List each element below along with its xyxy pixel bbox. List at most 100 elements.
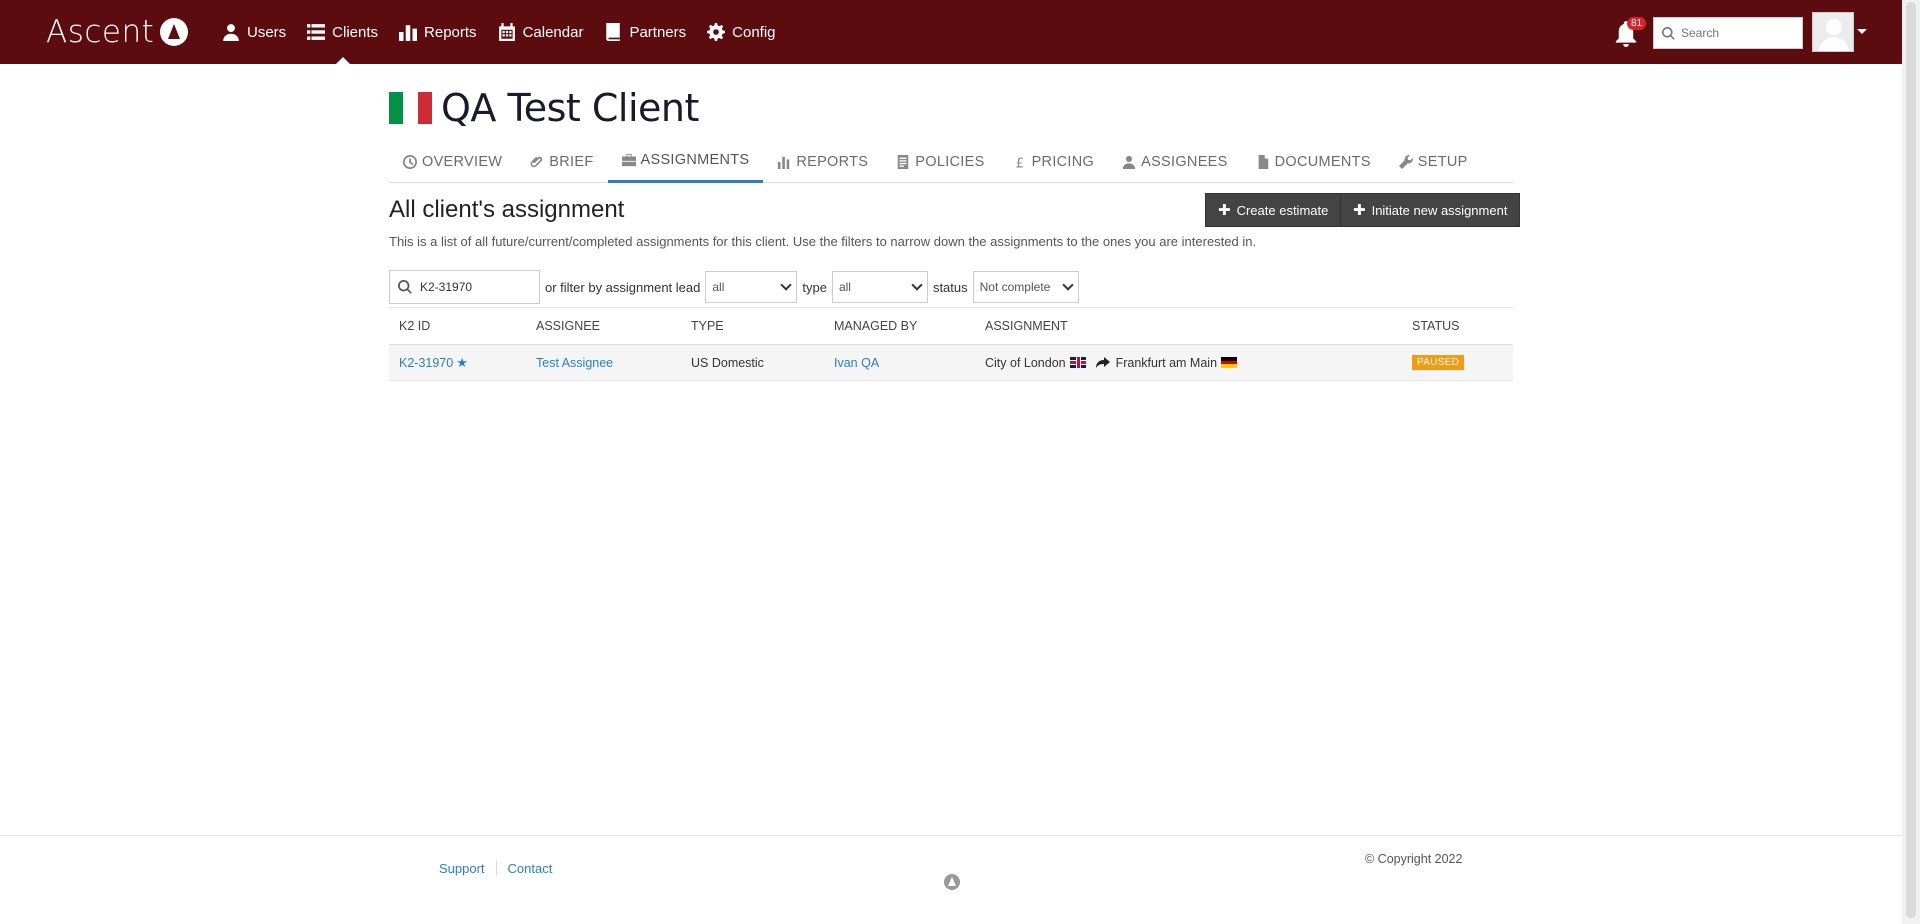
contact-link[interactable]: Contact: [508, 861, 553, 876]
tab-label: POLICIES: [915, 153, 985, 170]
tab-pricing[interactable]: £ PRICING: [999, 140, 1109, 183]
managed-by-link[interactable]: Ivan QA: [834, 356, 879, 370]
tab-policies[interactable]: POLICIES: [882, 140, 998, 183]
search-icon: [398, 280, 412, 294]
column-header[interactable]: ASSIGNMENT: [975, 319, 1402, 333]
nav-item-label: Users: [247, 23, 287, 41]
tab-label: PRICING: [1031, 153, 1095, 170]
column-header[interactable]: K2 ID: [389, 319, 526, 333]
status-filter-select[interactable]: Not complete: [972, 271, 1079, 303]
bar-chart-icon: [778, 156, 790, 169]
footer-links: Support Contact: [439, 860, 552, 876]
app-logo[interactable]: Ascent: [46, 14, 189, 50]
tab-reports[interactable]: REPORTS: [763, 140, 882, 183]
assignment-id-search[interactable]: [389, 270, 540, 304]
section-subtitle: This is a list of all future/current/com…: [389, 234, 1257, 249]
chevron-down-icon: [1061, 279, 1074, 291]
k2-id-link[interactable]: K2-31970: [399, 356, 453, 370]
assignee-cell: Test Assignee: [526, 356, 681, 370]
global-search[interactable]: [1653, 17, 1803, 49]
chevron-down-icon: [911, 279, 923, 291]
gear-icon: [707, 23, 726, 41]
column-header[interactable]: ASSIGNEE: [526, 319, 681, 333]
nav-item-calendar[interactable]: Calendar: [498, 0, 584, 64]
filter-bar: or filter by assignment lead all type al…: [389, 270, 1079, 304]
footer-divider: [495, 860, 497, 876]
top-navbar: Ascent Users Clients Reports Calendar Pa…: [0, 0, 1902, 64]
ascent-logo-icon: [944, 874, 960, 890]
notifications-count-badge: 81: [1627, 17, 1647, 30]
type-filter-label: type: [802, 279, 827, 295]
lead-filter-select[interactable]: all: [705, 271, 798, 303]
status-badge: PAUSED: [1412, 355, 1465, 370]
status-filter-label: status: [932, 279, 968, 295]
column-header[interactable]: STATUS: [1402, 319, 1513, 333]
main-nav: Users Clients Reports Calendar Partners …: [222, 0, 797, 64]
nav-item-users[interactable]: Users: [222, 0, 286, 64]
germany-flag-icon: [1221, 357, 1238, 369]
section-title: All client's assignment: [389, 196, 625, 223]
tab-label: DOCUMENTS: [1274, 153, 1371, 170]
column-header[interactable]: MANAGED BY: [824, 319, 975, 333]
support-link[interactable]: Support: [439, 861, 485, 876]
assignee-link[interactable]: Test Assignee: [536, 356, 613, 370]
user-avatar[interactable]: [1812, 12, 1854, 52]
nav-item-clients[interactable]: Clients: [307, 0, 378, 64]
nav-item-label: Reports: [424, 23, 477, 41]
copyright-text: © Copyright 2022: [1365, 852, 1463, 866]
create-estimate-button[interactable]: ✚ Create estimate: [1205, 193, 1342, 227]
table-row[interactable]: K2-31970 ★ Test Assignee US Domestic Iva…: [389, 345, 1513, 381]
page-footer: Support Contact © Copyright 2022: [0, 835, 1902, 924]
table-header: K2 ID ASSIGNEE TYPE MANAGED BY ASSIGNMEN…: [389, 307, 1513, 345]
assignment-cell: City of London Frankfurt am Main: [975, 356, 1402, 370]
lead-filter-label: or filter by assignment lead: [545, 279, 701, 295]
client-header: QA Test Client: [389, 86, 699, 130]
star-icon[interactable]: ★: [456, 355, 468, 371]
chevron-down-icon: [780, 279, 793, 291]
nav-item-label: Partners: [629, 23, 687, 41]
tab-label: OVERVIEW: [422, 153, 503, 170]
page-scrollbar[interactable]: [1902, 0, 1920, 924]
tab-assignments[interactable]: ASSIGNMENTS: [607, 140, 764, 183]
column-header[interactable]: TYPE: [681, 319, 824, 333]
share-arrow-icon: [1095, 356, 1110, 368]
assignments-table: K2 ID ASSIGNEE TYPE MANAGED BY ASSIGNMEN…: [389, 307, 1513, 381]
tab-assignees[interactable]: ASSIGNEES: [1108, 140, 1242, 183]
svg-text:£: £: [1015, 156, 1024, 169]
create-estimate-label: Create estimate: [1236, 202, 1329, 218]
document-list-icon: [898, 154, 909, 169]
nav-item-label: Config: [732, 23, 776, 41]
nav-item-reports[interactable]: Reports: [399, 0, 477, 64]
user-icon: [223, 24, 239, 41]
user-menu-caret-icon[interactable]: [1857, 29, 1867, 34]
search-icon: [1662, 26, 1675, 40]
tab-label: BRIEF: [549, 153, 594, 170]
list-icon: [307, 24, 326, 40]
assignment-id-input[interactable]: [420, 280, 530, 294]
client-name: QA Test Client: [441, 86, 699, 130]
client-tabs: OVERVIEW BRIEF ASSIGNMENTS REPORTS POLIC…: [389, 140, 1513, 183]
tab-label: ASSIGNEES: [1141, 153, 1228, 170]
origin-city: City of London: [985, 355, 1066, 370]
uk-flag-icon: [1069, 357, 1086, 368]
tab-overview[interactable]: OVERVIEW: [389, 140, 516, 183]
calendar-icon: [498, 23, 515, 41]
initiate-assignment-button[interactable]: ✚ Initiate new assignment: [1340, 193, 1521, 227]
tab-brief[interactable]: BRIEF: [516, 140, 607, 183]
nav-item-partners[interactable]: Partners: [604, 0, 686, 64]
plus-icon: ✚: [1218, 202, 1231, 219]
global-search-input[interactable]: [1681, 26, 1791, 40]
lead-filter-value: all: [712, 280, 725, 294]
book-icon: [606, 23, 621, 41]
tab-label: ASSIGNMENTS: [640, 152, 750, 168]
tab-setup[interactable]: SETUP: [1385, 140, 1482, 183]
file-icon: [1258, 154, 1268, 169]
tab-documents[interactable]: DOCUMENTS: [1242, 140, 1385, 183]
tab-label: SETUP: [1417, 153, 1468, 170]
type-filter-select[interactable]: all: [831, 271, 928, 303]
type-cell: US Domestic: [691, 355, 764, 370]
k2-id-cell: K2-31970 ★: [389, 355, 526, 371]
type-filter-value: all: [838, 280, 851, 294]
nav-item-label: Calendar: [522, 23, 584, 41]
nav-item-config[interactable]: Config: [707, 0, 776, 64]
